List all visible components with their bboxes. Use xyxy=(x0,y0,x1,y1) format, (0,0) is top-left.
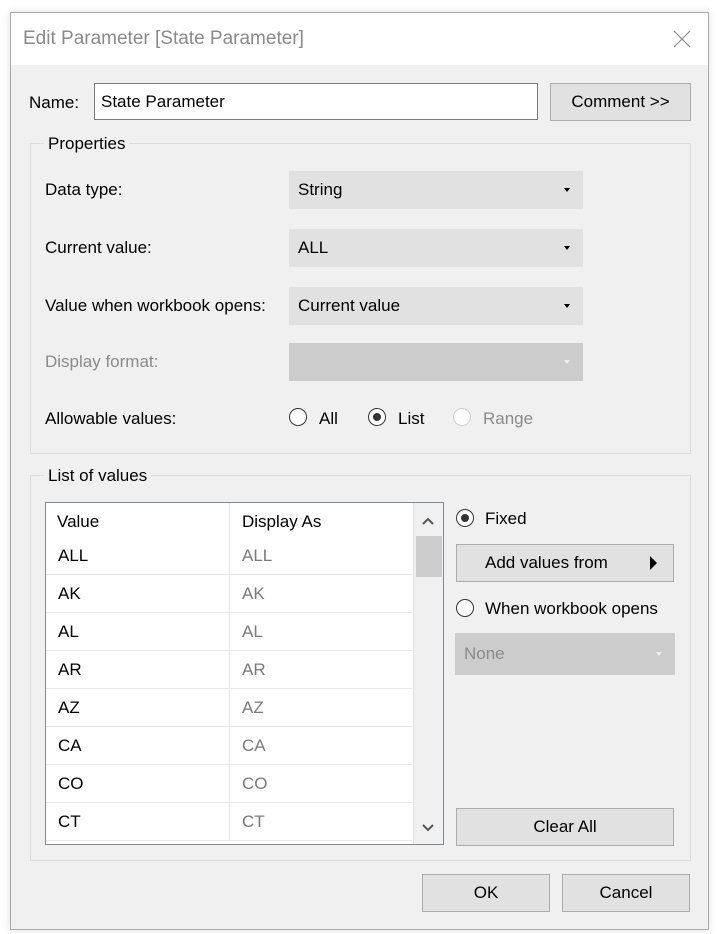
add-values-from-button[interactable]: Add values from xyxy=(456,544,674,582)
chevron-down-icon xyxy=(564,188,570,192)
chevron-down-icon xyxy=(564,246,570,250)
when-workbook-opens-value: None xyxy=(464,644,505,663)
properties-title: Properties xyxy=(44,134,130,154)
cell-value[interactable]: CA xyxy=(58,736,82,756)
cell-value[interactable]: CT xyxy=(58,812,81,832)
data-type-label: Data type: xyxy=(45,180,123,199)
allowable-all-radio[interactable] xyxy=(289,408,307,426)
data-type-value: String xyxy=(298,180,343,199)
cell-display-as[interactable]: AR xyxy=(242,660,266,680)
when-workbook-opens-label[interactable]: When workbook opens xyxy=(485,599,658,619)
display-format-dropdown xyxy=(289,343,583,381)
data-type-dropdown[interactable]: String xyxy=(289,171,583,209)
chevron-down-icon[interactable] xyxy=(414,814,442,842)
cell-divider xyxy=(229,651,230,688)
cell-display-as[interactable]: AL xyxy=(242,622,263,642)
list-of-values-title: List of values xyxy=(44,466,152,486)
cell-divider xyxy=(229,537,230,574)
cell-value[interactable]: AL xyxy=(58,622,79,642)
name-label: Name: xyxy=(29,93,80,112)
allowable-all-label[interactable]: All xyxy=(319,409,338,429)
table-row[interactable]: AR AR xyxy=(46,651,412,689)
ok-button[interactable]: OK xyxy=(422,874,550,912)
cell-value[interactable]: AK xyxy=(58,584,81,604)
table-body: ALL ALL AK AK AL AL AR AR AZ AZ CA CA CO CO CT C… xyxy=(46,537,412,841)
cell-divider xyxy=(229,727,230,764)
cell-display-as[interactable]: CO xyxy=(242,774,268,794)
when-workbook-opens-radio[interactable] xyxy=(456,599,474,617)
table-row[interactable]: CA CA xyxy=(46,727,412,765)
title-bar: Edit Parameter [State Parameter] xyxy=(11,13,708,65)
table-row[interactable]: AZ AZ xyxy=(46,689,412,727)
cell-value[interactable]: AR xyxy=(58,660,82,680)
when-workbook-opens-dropdown: None xyxy=(455,633,675,675)
cell-display-as[interactable]: AK xyxy=(242,584,265,604)
cell-divider xyxy=(229,689,230,726)
chevron-down-icon xyxy=(564,304,570,308)
cell-divider xyxy=(229,803,230,840)
cell-divider xyxy=(229,613,230,650)
table-header: Value Display As xyxy=(46,503,412,537)
caret-right-icon xyxy=(650,556,657,570)
chevron-down-icon xyxy=(564,360,570,364)
current-value-value: ALL xyxy=(298,238,329,257)
cell-display-as[interactable]: ALL xyxy=(242,546,272,566)
fixed-radio[interactable] xyxy=(456,509,474,527)
table-row[interactable]: AK AK xyxy=(46,575,412,613)
cancel-button[interactable]: Cancel xyxy=(562,874,690,912)
column-divider xyxy=(229,503,230,537)
cell-value[interactable]: CO xyxy=(58,774,84,794)
scrollbar-thumb[interactable] xyxy=(416,536,442,577)
edit-parameter-dialog: Edit Parameter [State Parameter] Name: C… xyxy=(10,12,709,930)
cell-divider xyxy=(229,575,230,612)
cell-value[interactable]: AZ xyxy=(58,698,80,718)
table-row[interactable]: CT CT xyxy=(46,803,412,841)
table-row[interactable]: ALL ALL xyxy=(46,537,412,575)
clear-all-button[interactable]: Clear All xyxy=(456,808,674,846)
add-values-from-label: Add values from xyxy=(485,553,608,572)
cell-display-as[interactable]: AZ xyxy=(242,698,264,718)
column-header-display-as[interactable]: Display As xyxy=(242,512,321,532)
workbook-opens-dropdown[interactable]: Current value xyxy=(289,287,583,325)
dialog-title: Edit Parameter [State Parameter] xyxy=(23,28,304,49)
cell-divider xyxy=(229,765,230,802)
chevron-up-icon[interactable] xyxy=(414,507,442,535)
workbook-opens-label: Value when workbook opens: xyxy=(45,296,266,315)
column-header-value[interactable]: Value xyxy=(57,512,99,532)
chevron-down-icon xyxy=(656,652,662,656)
fixed-label[interactable]: Fixed xyxy=(485,509,527,529)
vertical-scrollbar[interactable] xyxy=(413,503,443,844)
cell-display-as[interactable]: CA xyxy=(242,736,266,756)
name-input[interactable] xyxy=(94,83,538,120)
values-table: Value Display As ALL ALL AK AK AL AL AR AR A… xyxy=(45,502,444,845)
comment-button[interactable]: Comment >> xyxy=(550,83,691,121)
close-icon[interactable] xyxy=(672,29,692,49)
allowable-range-radio xyxy=(453,408,471,426)
allowable-list-radio[interactable] xyxy=(368,408,386,426)
allowable-values-label: Allowable values: xyxy=(45,409,177,428)
display-format-label: Display format: xyxy=(45,352,159,371)
current-value-dropdown[interactable]: ALL xyxy=(289,229,583,267)
cell-value[interactable]: ALL xyxy=(58,546,88,566)
allowable-list-label[interactable]: List xyxy=(398,409,424,429)
current-value-label: Current value: xyxy=(45,238,152,257)
table-row[interactable]: AL AL xyxy=(46,613,412,651)
cell-display-as[interactable]: CT xyxy=(242,812,265,832)
allowable-range-label: Range xyxy=(483,409,534,428)
workbook-opens-value: Current value xyxy=(298,296,401,315)
table-row[interactable]: CO CO xyxy=(46,765,412,803)
